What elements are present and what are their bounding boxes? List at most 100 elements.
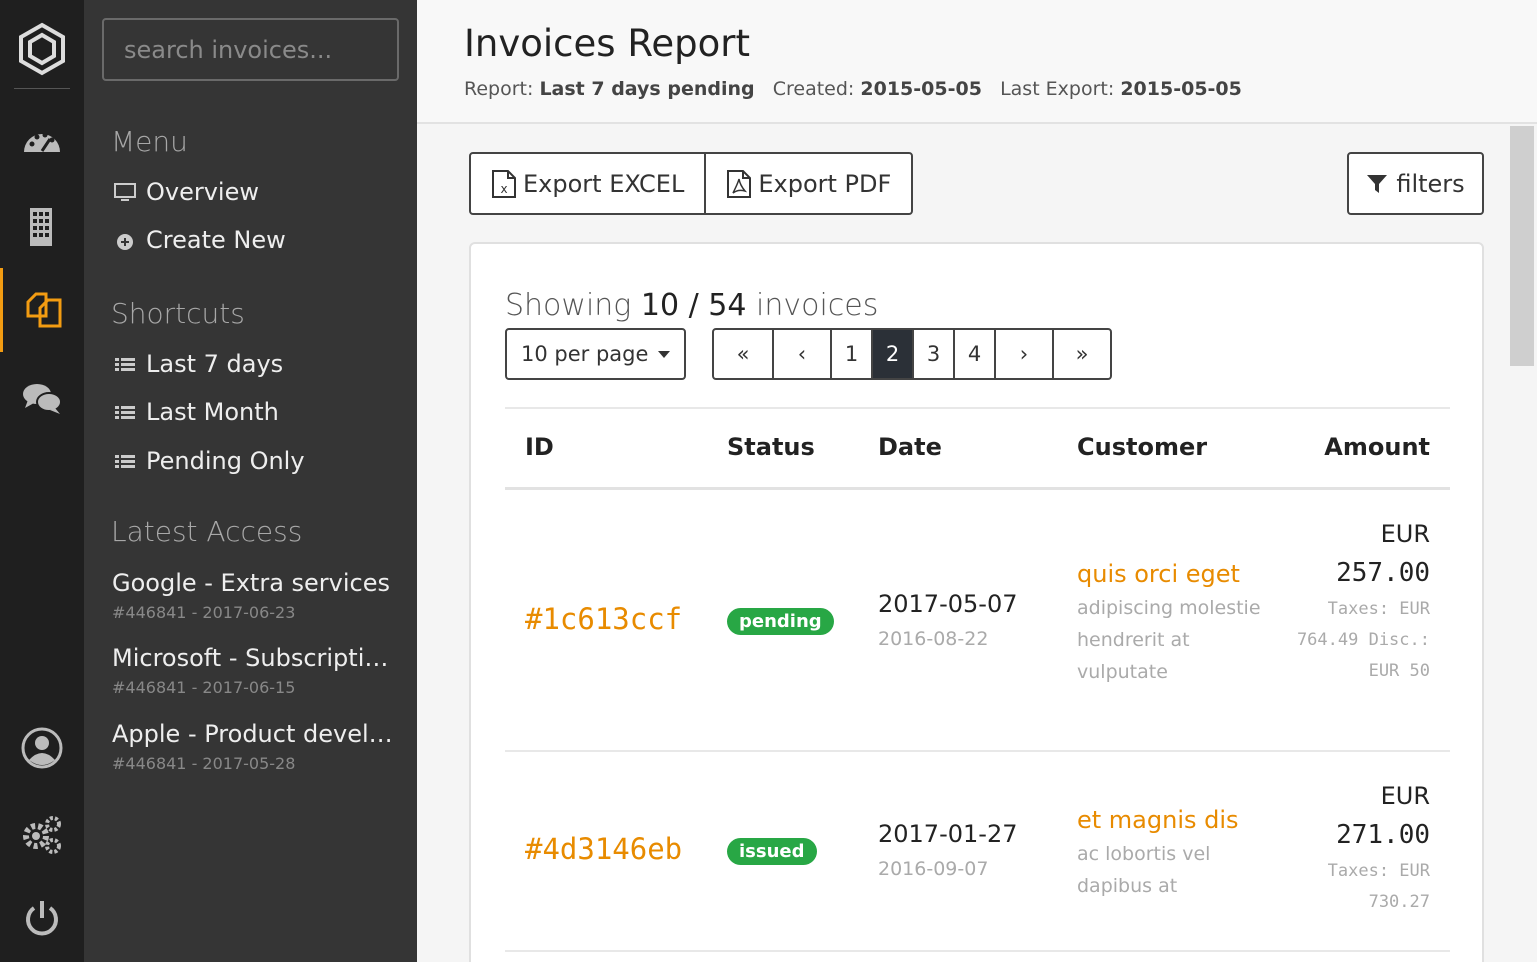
recent-item[interactable]: Apple - Product development #446841 - 20… [112,720,402,773]
date-cell: 2017-01-27 2016-09-07 [878,820,1017,880]
export-button-group: x Export EXCEL Export PDF [469,152,914,215]
table-row[interactable]: #1c613ccf pending 2017-05-07 2016-08-22 … [505,490,1450,752]
filters-button[interactable]: filters [1347,152,1484,215]
sidebar: Menu Overview Create New Shortcuts Last … [84,0,417,962]
page-title: Invoices Report [464,22,750,65]
settings-nav[interactable] [0,792,84,876]
export-excel-label: Export EXCEL [523,169,685,198]
amount-value: 271.00 [1336,820,1430,850]
date-cell: 2017-05-07 2016-08-22 [878,590,1017,650]
customer-description: ac lobortis vel dapibus at [1077,843,1211,897]
page-button-active[interactable]: 2 [871,330,912,378]
invoice-date: 2017-05-07 [878,590,1018,618]
monitor-icon [114,183,136,201]
report-value: Last 7 days pending [539,78,755,100]
gears-icon [23,816,61,854]
showing-summary: Showing 10 / 54 invoices [505,288,878,323]
amount-cell: EUR 271.00 Taxes: EUR 730.27 [1290,782,1430,918]
recent-item-subtitle: #446841 - 2017-05-28 [112,754,296,773]
invoice-secondary-date: 2016-09-07 [878,858,989,880]
svg-text:x: x [500,182,507,196]
page-prev-button[interactable]: ‹ [772,330,830,378]
caret-down-icon [658,350,670,358]
page-button[interactable]: 3 [912,330,953,378]
table-row[interactable]: #4d3146eb issued 2017-01-27 2016-09-07 e… [505,752,1450,952]
excel-file-icon: x [492,169,516,198]
shortcut-last-month[interactable]: Last Month [114,398,279,426]
total-count: 54 [708,288,747,323]
amount-breakdown: Taxes: EUR 764.49 Disc.: EUR 50 [1296,599,1430,681]
chat-nav[interactable] [0,356,84,440]
sidebar-item-create-new[interactable]: Create New [114,226,286,254]
page-button[interactable]: 1 [830,330,871,378]
per-page-select[interactable]: 10 per page [505,328,686,380]
customer-link[interactable]: quis orci eget [1077,560,1267,588]
documents-icon [26,292,61,328]
export-value: 2015-05-05 [1120,78,1242,100]
pagination: « ‹ 1 2 3 4 › » [712,328,1112,380]
page-last-button[interactable]: » [1052,330,1110,378]
sidebar-item-label: Create New [146,226,286,254]
buildings-nav[interactable] [0,184,84,268]
recent-item-subtitle: #446841 - 2017-06-15 [112,678,296,697]
documents-nav[interactable] [0,268,84,352]
recent-item-subtitle: #446841 - 2017-06-23 [112,603,296,622]
logo-icon[interactable] [15,22,69,76]
profile-nav[interactable] [0,706,84,790]
report-label: Report: [464,78,534,100]
plus-circle-icon [117,234,133,250]
search-input[interactable] [102,18,399,81]
page-button[interactable]: 4 [953,330,994,378]
sidebar-item-overview[interactable]: Overview [114,178,259,206]
amount-currency: EUR [1380,782,1430,810]
page-next-button[interactable]: › [994,330,1052,378]
customer-cell: quis orci eget adipiscing molestie hendr… [1077,560,1267,688]
showing-suffix: invoices [755,288,879,323]
column-header-customer[interactable]: Customer [1077,433,1207,461]
recent-item[interactable]: Microsoft - Subscriptions #446841 - 2017… [112,644,402,697]
column-header-amount[interactable]: Amount [1324,433,1430,461]
status-badge: pending [727,608,834,635]
chat-icon [23,384,62,414]
main-content: x Export EXCEL Export PDF filters Showin… [417,126,1509,962]
recent-item-title: Google - Extra services [112,569,391,597]
status-badge: issued [727,838,817,865]
status-cell: issued [727,838,817,865]
amount-breakdown: Taxes: EUR 730.27 [1327,861,1430,912]
latest-access-heading: Latest Access [111,515,303,548]
list-icon [115,455,135,468]
logout-nav[interactable] [0,876,84,960]
filter-icon [1367,174,1388,193]
building-icon [30,208,52,246]
created-label: Created: [772,78,855,100]
recent-item[interactable]: Google - Extra services #446841 - 2017-0… [112,569,402,622]
shortcut-pending-only[interactable]: Pending Only [114,447,305,475]
power-icon [26,901,58,936]
list-icon [115,406,135,419]
page-header: Invoices Report Report: Last 7 days pend… [417,0,1537,124]
customer-cell: et magnis dis ac lobortis vel dapibus at [1077,806,1267,902]
export-pdf-button[interactable]: Export PDF [704,154,911,213]
column-header-date[interactable]: Date [878,433,942,461]
page-first-button[interactable]: « [714,330,772,378]
export-pdf-label: Export PDF [758,169,892,198]
sidebar-item-label: Overview [146,178,259,206]
invoice-id-link[interactable]: #1c613ccf [525,602,682,636]
user-icon [21,727,63,769]
customer-description: adipiscing molestie hendrerit at vulputa… [1077,597,1261,683]
invoice-id-link[interactable]: #4d3146eb [525,832,682,866]
column-header-id[interactable]: ID [525,433,554,461]
invoice-secondary-date: 2016-08-22 [878,628,989,650]
export-excel-button[interactable]: x Export EXCEL [471,154,704,213]
menu-heading: Menu [111,125,188,158]
created-value: 2015-05-05 [860,78,982,100]
filters-label: filters [1396,169,1465,198]
customer-link[interactable]: et magnis dis [1077,806,1267,834]
scrollbar-thumb[interactable] [1510,126,1534,366]
column-header-status[interactable]: Status [727,433,815,461]
shortcuts-heading: Shortcuts [111,297,245,330]
table-header: ID Status Date Customer Amount [505,407,1450,490]
shortcut-label: Last Month [146,398,279,426]
dashboard-nav[interactable] [0,100,84,184]
shortcut-last-7-days[interactable]: Last 7 days [114,350,283,378]
